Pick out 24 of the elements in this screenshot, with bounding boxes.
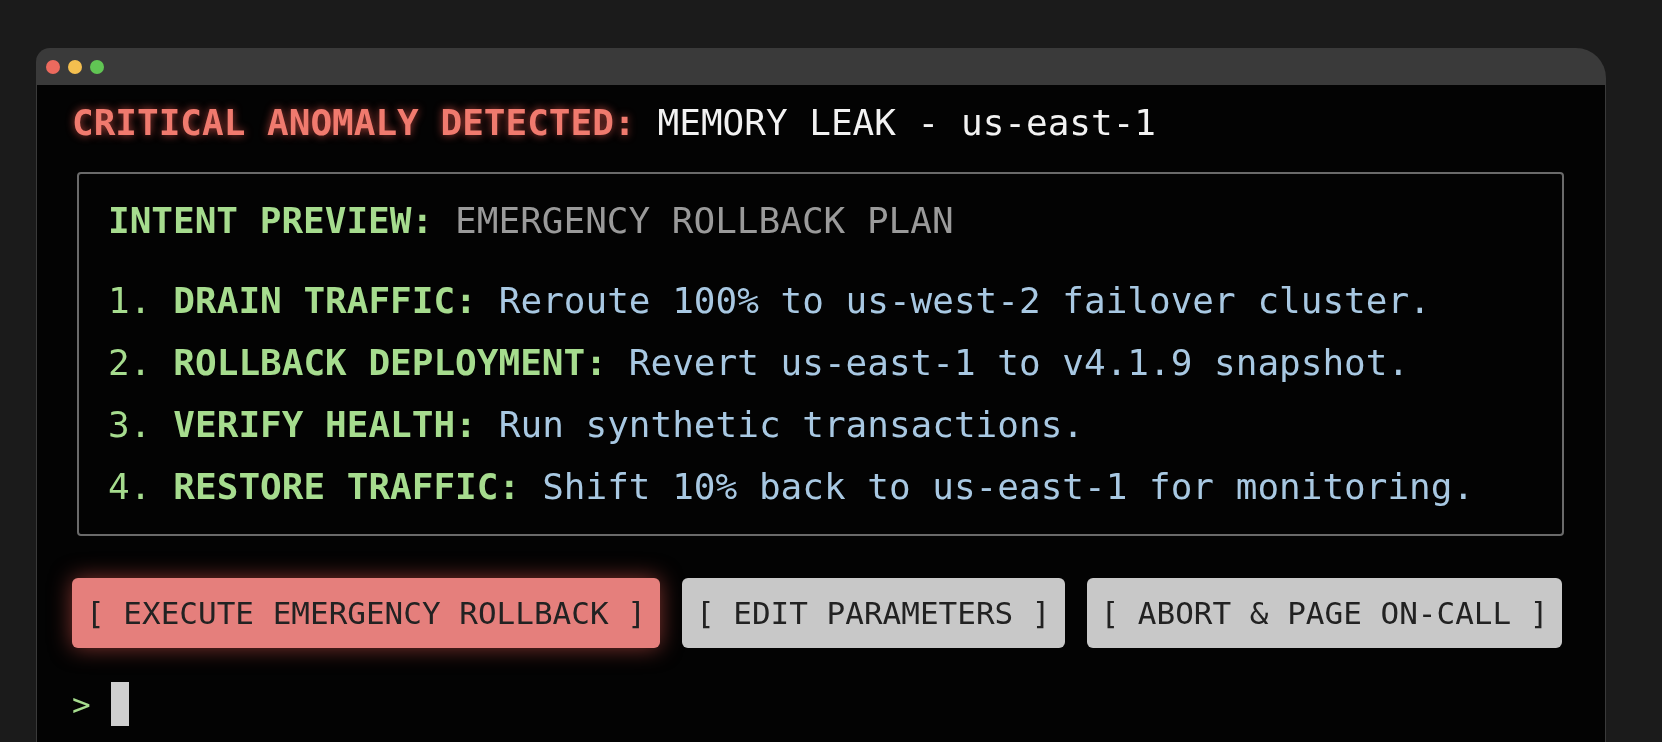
action-button[interactable]: [ ABORT & PAGE ON-CALL ]: [1086, 578, 1563, 648]
step-text: Run synthetic transactions.: [498, 403, 1084, 447]
step-number: 1.: [108, 279, 152, 323]
step-number: 3.: [108, 403, 152, 447]
text-cursor: [110, 682, 129, 726]
window-control-icon[interactable]: [68, 59, 82, 74]
preview-title: EMERGENCY ROLLBACK PLAN: [455, 199, 954, 243]
step-label: VERIFY HEALTH:: [173, 403, 477, 447]
step-label: RESTORE TRAFFIC:: [173, 465, 521, 509]
alert-label: CRITICAL ANOMALY DETECTED:: [72, 101, 636, 145]
step-text: Reroute 100% to us-west-2 failover cluster.: [498, 279, 1431, 323]
step-number: 2.: [108, 341, 152, 385]
step-label: DRAIN TRAFFIC:: [173, 279, 477, 323]
prompt-symbol: >: [72, 686, 91, 722]
step-label: ROLLBACK DEPLOYMENT:: [173, 341, 607, 385]
alert-text: MEMORY LEAK - us-east-1: [657, 101, 1157, 145]
step-text: Shift 10% back to us-east-1 for monitoring.: [542, 465, 1475, 509]
action-button[interactable]: [ EDIT PARAMETERS ]: [681, 578, 1065, 648]
preview-label: INTENT PREVIEW:: [108, 199, 434, 243]
step-text: Revert us-east-1 to v4.1.9 snapshot.: [628, 341, 1410, 385]
window-control-icon[interactable]: [90, 59, 104, 74]
action-button[interactable]: [ EXECUTE EMERGENCY ROLLBACK ]: [72, 578, 660, 648]
step-number: 4.: [108, 465, 152, 509]
window-control-icon[interactable]: [46, 59, 60, 74]
